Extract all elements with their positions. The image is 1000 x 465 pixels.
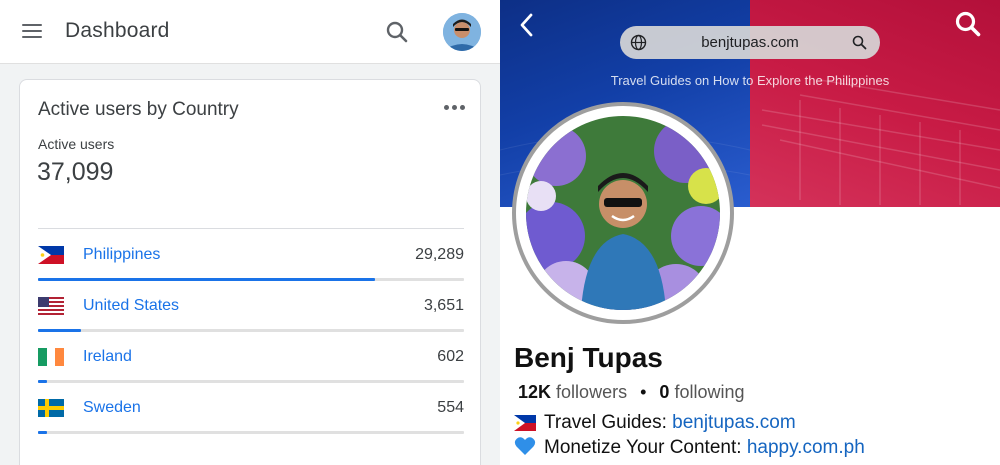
philippines-flag-icon bbox=[38, 246, 64, 264]
bio-line: Monetize Your Content: happy.com.ph bbox=[514, 436, 865, 462]
country-count: 29,289 bbox=[415, 246, 464, 263]
more-vert-icon[interactable] bbox=[444, 104, 466, 112]
country-count: 602 bbox=[437, 348, 464, 365]
country-name[interactable]: United States bbox=[83, 297, 179, 315]
app-bar: Dashboard bbox=[0, 0, 500, 64]
country-row[interactable]: United States 3,651 bbox=[38, 281, 464, 332]
followers-count[interactable]: 12K bbox=[518, 382, 551, 402]
metric-value: 37,099 bbox=[37, 158, 114, 186]
country-count: 554 bbox=[437, 399, 464, 416]
bio-line: Travel Guides: benjtupas.com bbox=[514, 412, 796, 437]
divider bbox=[38, 228, 464, 229]
search-icon[interactable] bbox=[954, 10, 982, 38]
menu-icon[interactable] bbox=[20, 21, 44, 41]
profile-picture[interactable] bbox=[512, 102, 734, 324]
followers-label[interactable]: followers bbox=[556, 382, 627, 402]
bio-link[interactable]: benjtupas.com bbox=[672, 412, 796, 433]
metric-label: Active users bbox=[38, 136, 115, 152]
bio-text: Travel Guides: bbox=[544, 412, 673, 433]
banner-tagline: Travel Guides on How to Explore the Phil… bbox=[610, 73, 890, 88]
united-states-flag-icon bbox=[38, 297, 64, 315]
profile-photo bbox=[526, 116, 720, 310]
country-count: 3,651 bbox=[423, 297, 464, 314]
following-label[interactable]: following bbox=[674, 382, 744, 402]
country-row[interactable]: Sweden 554 bbox=[38, 383, 464, 434]
profile-pane: benjtupas.com Travel Guides on How to Ex… bbox=[500, 0, 1000, 465]
profile-name: Benj Tupas bbox=[514, 342, 663, 373]
active-users-card: Active users by Country Active users 37,… bbox=[19, 79, 481, 465]
url-bar[interactable]: benjtupas.com bbox=[620, 26, 880, 59]
url-text[interactable]: benjtupas.com bbox=[620, 34, 880, 51]
analytics-pane: Dashboard Active users by Country Active… bbox=[0, 0, 500, 465]
philippines-flag-icon bbox=[514, 415, 538, 437]
country-row[interactable]: Ireland 602 bbox=[38, 332, 464, 383]
ireland-flag-icon bbox=[38, 348, 64, 366]
country-name[interactable]: Ireland bbox=[83, 348, 132, 366]
sweden-flag-icon bbox=[38, 399, 64, 417]
back-icon[interactable] bbox=[516, 12, 538, 38]
following-count[interactable]: 0 bbox=[659, 382, 669, 402]
share-bar bbox=[38, 431, 464, 434]
country-name[interactable]: Philippines bbox=[83, 246, 160, 264]
separator-dot: • bbox=[640, 382, 647, 402]
bio-link[interactable]: happy.com.ph bbox=[747, 437, 865, 458]
follow-stats: 12K followers • 0 following bbox=[518, 382, 745, 403]
search-icon[interactable] bbox=[384, 19, 410, 45]
card-title: Active users by Country bbox=[38, 99, 239, 120]
url-search-icon[interactable] bbox=[852, 35, 867, 50]
blue-heart-icon bbox=[514, 436, 538, 462]
page-title: Dashboard bbox=[65, 19, 170, 42]
bio-text: Monetize Your Content: bbox=[544, 437, 747, 458]
country-name[interactable]: Sweden bbox=[83, 399, 141, 417]
avatar[interactable] bbox=[443, 13, 481, 51]
country-row[interactable]: Philippines 29,289 bbox=[38, 230, 464, 281]
